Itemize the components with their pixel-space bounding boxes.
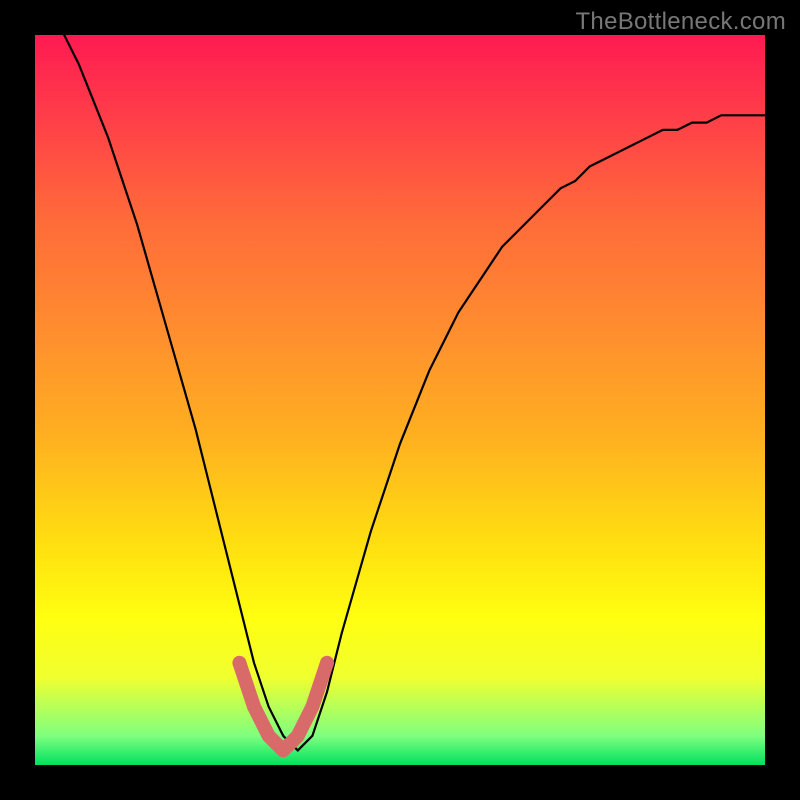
chart-frame: TheBottleneck.com xyxy=(0,0,800,800)
watermark-text: TheBottleneck.com xyxy=(575,8,786,36)
curves-layer xyxy=(35,35,765,765)
curve-main xyxy=(50,13,765,750)
